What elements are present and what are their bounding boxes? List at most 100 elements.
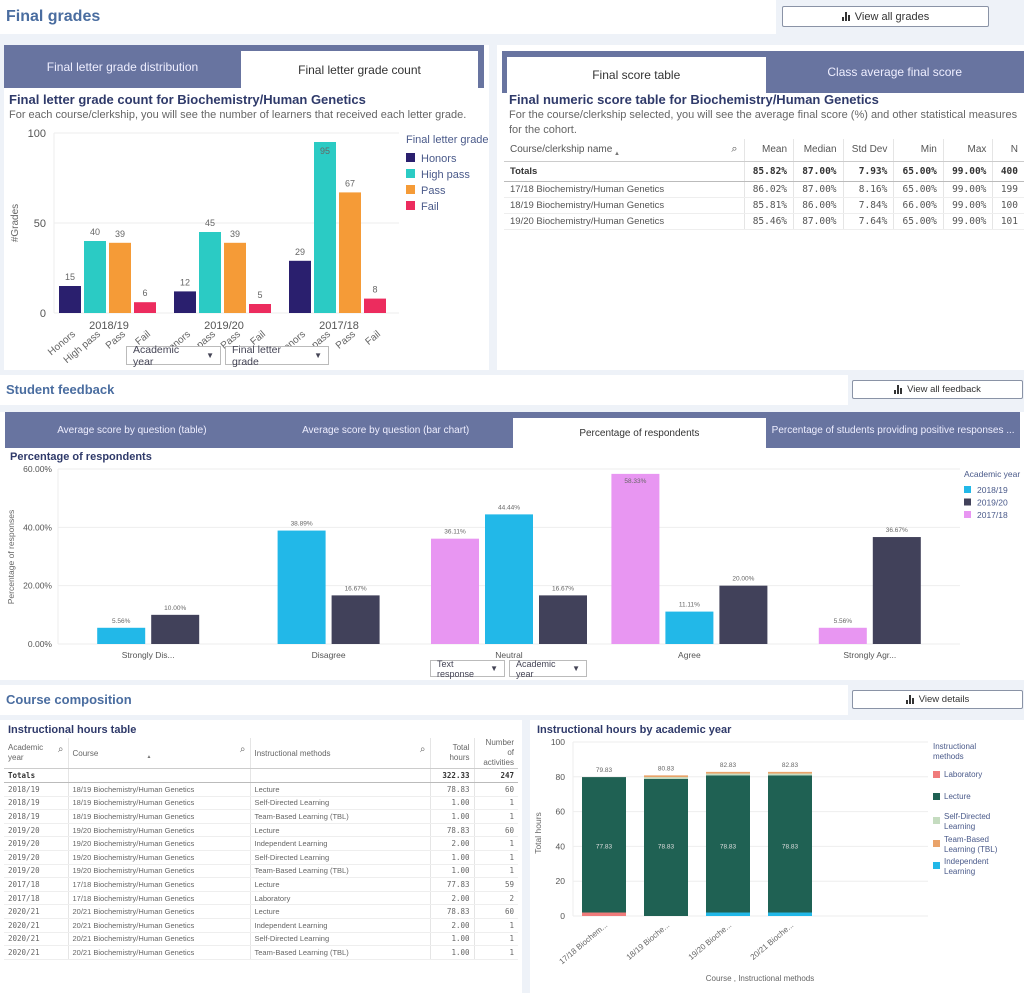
- bar-segment-independent-learning: [768, 912, 812, 916]
- table-row[interactable]: 19/20 Biochemistry/Human Genetics 85.46% 8…: [504, 213, 1024, 230]
- cell-instructional-method: Team-Based Learning (TBL): [250, 864, 431, 879]
- score-table-description: For the course/clerkship selected, you w…: [509, 109, 1018, 136]
- hours-table-panel: Instructional hours table Academic year ⌕…: [0, 720, 522, 993]
- legend-swatch: [406, 201, 415, 210]
- x-category-label: Strongly Agr...: [843, 650, 896, 660]
- bar-2019-20: [331, 595, 380, 644]
- cell-instructional-method: Self-Directed Learning: [250, 796, 431, 811]
- search-icon[interactable]: ⌕: [240, 744, 246, 755]
- col-std-dev[interactable]: Std Dev: [843, 139, 895, 162]
- table-row[interactable]: 2019/20 19/20 Biochemistry/Human Genetics…: [4, 836, 518, 851]
- bar-2019-20: [872, 537, 921, 644]
- bar-pass: [109, 242, 131, 313]
- text-response-dropdown[interactable]: Text response ▼: [430, 659, 505, 679]
- col-number-of-activities[interactable]: Number of activities: [474, 738, 518, 769]
- tab-avg-score-bar-chart[interactable]: Average score by question (bar chart): [259, 412, 513, 448]
- table-row[interactable]: 2018/19 18/19 Biochemistry/Human Genetics…: [4, 796, 518, 811]
- col-total-hours-label: Total hours: [449, 743, 470, 762]
- cell-instructional-method: Independent Learning: [250, 918, 431, 933]
- cell-max: 99.00%: [943, 197, 994, 214]
- table-row[interactable]: 2020/21 20/21 Biochemistry/Human Genetics…: [4, 918, 518, 933]
- table-row[interactable]: 2020/21 20/21 Biochemistry/Human Genetics…: [4, 904, 518, 919]
- col-course[interactable]: Course ⌕ ▲: [68, 738, 251, 769]
- bar-2019-20: [151, 614, 200, 644]
- grade-count-panel: Final letter grade distribution Final le…: [4, 45, 489, 370]
- cell-course: 19/20 Biochemistry/Human Genetics: [68, 836, 251, 851]
- bar-chart-icon: [894, 385, 903, 394]
- view-all-feedback-button[interactable]: View all feedback: [852, 380, 1023, 399]
- table-row[interactable]: 2018/19 18/19 Biochemistry/Human Genetics…: [4, 809, 518, 824]
- cell-academic-year: 2020/21: [4, 945, 69, 960]
- tab-positive-responses[interactable]: Percentage of students providing positiv…: [766, 412, 1020, 448]
- col-academic-year[interactable]: Academic year ⌕: [4, 738, 69, 769]
- table-row[interactable]: 2019/20 19/20 Biochemistry/Human Genetics…: [4, 850, 518, 865]
- totals-row[interactable]: Totals 322.33 247: [4, 768, 518, 783]
- cell-min: 65.00%: [893, 213, 944, 230]
- cell-total-hours: 2.00: [430, 918, 475, 933]
- view-all-grades-button[interactable]: View all grades: [782, 6, 989, 27]
- bar-value-label: 20.00%: [732, 576, 754, 583]
- col-course[interactable]: Course/clerkship name ⌕ ▲: [504, 139, 745, 162]
- cell-median: 87.00%: [793, 181, 844, 198]
- search-icon[interactable]: ⌕: [420, 744, 426, 755]
- tab-avg-score-table[interactable]: Average score by question (table): [5, 412, 259, 448]
- cell-min: 65.00%: [893, 181, 944, 198]
- cell-number-of-activities: 2: [474, 891, 518, 906]
- x-category-label: 18/19 Bioche...: [625, 921, 672, 962]
- view-details-button[interactable]: View details: [852, 690, 1023, 709]
- table-row[interactable]: 2018/19 18/19 Biochemistry/Human Genetics…: [4, 782, 518, 797]
- col-median[interactable]: Median: [793, 139, 844, 162]
- search-icon[interactable]: ⌕: [58, 744, 64, 755]
- cell-academic-year: 2020/21: [4, 918, 69, 933]
- table-row[interactable]: 2020/21 20/21 Biochemistry/Human Genetics…: [4, 945, 518, 960]
- table-row[interactable]: 2017/18 17/18 Biochemistry/Human Genetics…: [4, 891, 518, 906]
- bar-segment-self-directed-learning: [644, 777, 688, 779]
- x-category-label: Agree: [678, 650, 701, 660]
- tab-class-average-final-score[interactable]: Class average final score: [766, 51, 1024, 93]
- tab-percentage-of-respondents[interactable]: Percentage of respondents: [512, 418, 767, 448]
- bar-chart-icon: [841, 12, 850, 21]
- table-row[interactable]: 18/19 Biochemistry/Human Genetics 85.81% 8…: [504, 197, 1024, 214]
- cell-course: 20/21 Biochemistry/Human Genetics: [68, 932, 251, 947]
- search-icon[interactable]: ⌕: [731, 143, 737, 156]
- final-letter-grade-dropdown[interactable]: Final letter grade ▼: [225, 344, 329, 368]
- cell-number-of-activities: 1: [474, 809, 518, 824]
- cell-number-of-activities: 59: [474, 877, 518, 892]
- col-mean[interactable]: Mean: [744, 139, 795, 162]
- totals-row[interactable]: Totals 85.82% 87.00% 7.93% 65.00% 99.00% 400: [504, 161, 1024, 182]
- col-max[interactable]: Max: [943, 139, 994, 162]
- bar-high-pass: [314, 142, 336, 313]
- cell-std-dev: 7.84%: [843, 197, 895, 214]
- bar-pass: [339, 192, 361, 313]
- bar-value-label: 44.44%: [498, 504, 520, 511]
- cell-max: 99.00%: [943, 213, 994, 230]
- y-tick-label: 40: [556, 841, 566, 851]
- legend-item: Pass: [421, 185, 446, 197]
- feedback-academic-year-dropdown[interactable]: Academic year ▼: [509, 659, 587, 679]
- cell-course: 17/18 Biochemistry/Human Genetics: [68, 891, 251, 906]
- legend-item: Fail: [421, 201, 439, 213]
- table-row[interactable]: 2017/18 17/18 Biochemistry/Human Genetics…: [4, 877, 518, 892]
- col-min[interactable]: Min: [893, 139, 944, 162]
- cell-total-hours: 2.00: [430, 836, 475, 851]
- tab-letter-grade-distribution[interactable]: Final letter grade distribution: [4, 45, 241, 88]
- y-tick-label: 100: [28, 128, 46, 140]
- bar-value-label: 16.67%: [345, 585, 367, 592]
- col-instructional-methods[interactable]: Instructional methods ⌕: [250, 738, 431, 769]
- col-n[interactable]: N: [992, 139, 1024, 162]
- col-total-hours[interactable]: Total hours: [430, 738, 475, 769]
- tab-final-score-table[interactable]: Final score table: [507, 57, 766, 93]
- grade-count-title: Final letter grade count for Biochemistr…: [9, 92, 366, 107]
- table-row[interactable]: 17/18 Biochemistry/Human Genetics 86.02% 8…: [504, 181, 1024, 198]
- bar-2017-18: [611, 473, 660, 644]
- bar-segment-independent-learning: [706, 912, 750, 916]
- table-row[interactable]: 2019/20 19/20 Biochemistry/Human Genetics…: [4, 823, 518, 838]
- hours-table-title: Instructional hours table: [8, 724, 137, 736]
- table-row[interactable]: 2020/21 20/21 Biochemistry/Human Genetics…: [4, 932, 518, 947]
- cell-course: 19/20 Biochemistry/Human Genetics: [68, 823, 251, 838]
- table-row[interactable]: 2019/20 19/20 Biochemistry/Human Genetics…: [4, 864, 518, 879]
- tab-letter-grade-count[interactable]: Final letter grade count: [241, 51, 478, 88]
- academic-year-dropdown[interactable]: Academic year ▼: [126, 344, 221, 368]
- cell-number-of-activities: 1: [474, 864, 518, 879]
- y-tick-label: 0.00%: [28, 639, 53, 649]
